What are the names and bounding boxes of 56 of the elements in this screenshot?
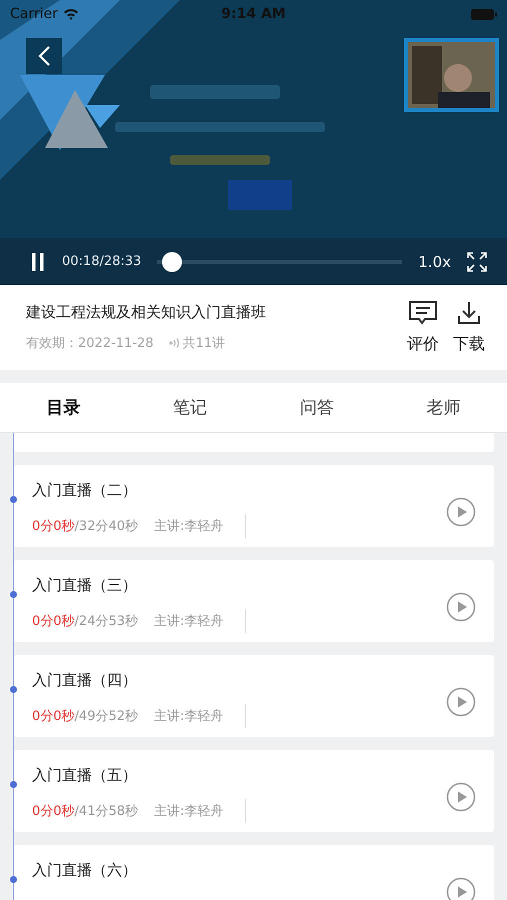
- lesson-duration: /49分52秒: [74, 708, 138, 725]
- watched-time: 0分0秒: [32, 803, 75, 820]
- lesson-title: 入门直播（三）: [32, 576, 138, 595]
- timeline-dot: [10, 781, 17, 788]
- lesson-teacher: 主讲:李轻舟: [154, 708, 224, 725]
- speed-button[interactable]: 1.0x: [418, 252, 451, 270]
- back-icon: [37, 45, 51, 67]
- lesson-title: 入门直播（四）: [32, 671, 138, 690]
- lesson-teacher: 主讲:李轻舟: [154, 803, 224, 820]
- lesson-teacher: 主讲:李轻舟: [154, 518, 224, 535]
- lesson-title: 入门直播（二）: [32, 481, 138, 500]
- play-icon: [446, 497, 476, 527]
- play-button[interactable]: [446, 782, 476, 812]
- pause-icon: [30, 252, 46, 272]
- back-button[interactable]: [26, 38, 62, 74]
- play-button[interactable]: [446, 687, 476, 717]
- play-icon: [446, 782, 476, 812]
- watched-time: 0分0秒: [32, 708, 75, 725]
- download-icon: [456, 300, 482, 326]
- lesson-title: 入门直播（五）: [32, 766, 138, 785]
- comment-icon: [408, 300, 438, 326]
- battery-icon: [471, 8, 497, 20]
- timeline-dot: [10, 876, 17, 883]
- timeline-dot: [10, 591, 17, 598]
- carrier-label: Carrier: [10, 6, 58, 22]
- watched-time: 0分0秒: [32, 518, 75, 535]
- validity-date: 有效期：2022-11-28: [26, 335, 154, 352]
- play-icon: [446, 687, 476, 717]
- play-icon: [446, 592, 476, 622]
- slider-thumb[interactable]: [162, 252, 182, 272]
- status-time: 9:14 AM: [221, 6, 286, 22]
- lesson-duration: /32分40秒: [74, 518, 138, 535]
- fullscreen-icon[interactable]: [467, 252, 487, 272]
- play-icon: [446, 877, 476, 900]
- play-button[interactable]: [446, 592, 476, 622]
- tab[interactable]: 老师: [380, 383, 507, 432]
- review-button[interactable]: 评价: [407, 300, 439, 355]
- sound-icon: [168, 337, 180, 349]
- lesson-duration: /41分58秒: [74, 803, 138, 820]
- timeline-dot: [10, 496, 17, 503]
- lesson-teacher: 主讲:李轻舟: [154, 613, 224, 630]
- watched-time: 0分0秒: [32, 613, 75, 630]
- play-button[interactable]: [446, 877, 476, 900]
- lesson-count: 共11讲: [182, 335, 226, 352]
- course-title: 建设工程法规及相关知识入门直播班: [26, 303, 266, 322]
- download-button[interactable]: 下载: [453, 300, 485, 355]
- lesson-duration: /24分53秒: [74, 613, 138, 630]
- playback-time: 00:18/28:33: [62, 254, 142, 269]
- lesson-title: 入门直播（六）: [32, 861, 137, 880]
- tab[interactable]: 问答: [254, 383, 380, 432]
- pause-button[interactable]: [30, 252, 46, 272]
- wifi-icon: [62, 8, 79, 20]
- tab[interactable]: 目录: [0, 383, 127, 432]
- timeline-dot: [10, 686, 17, 693]
- play-button[interactable]: [446, 497, 476, 527]
- tab[interactable]: 笔记: [126, 383, 254, 432]
